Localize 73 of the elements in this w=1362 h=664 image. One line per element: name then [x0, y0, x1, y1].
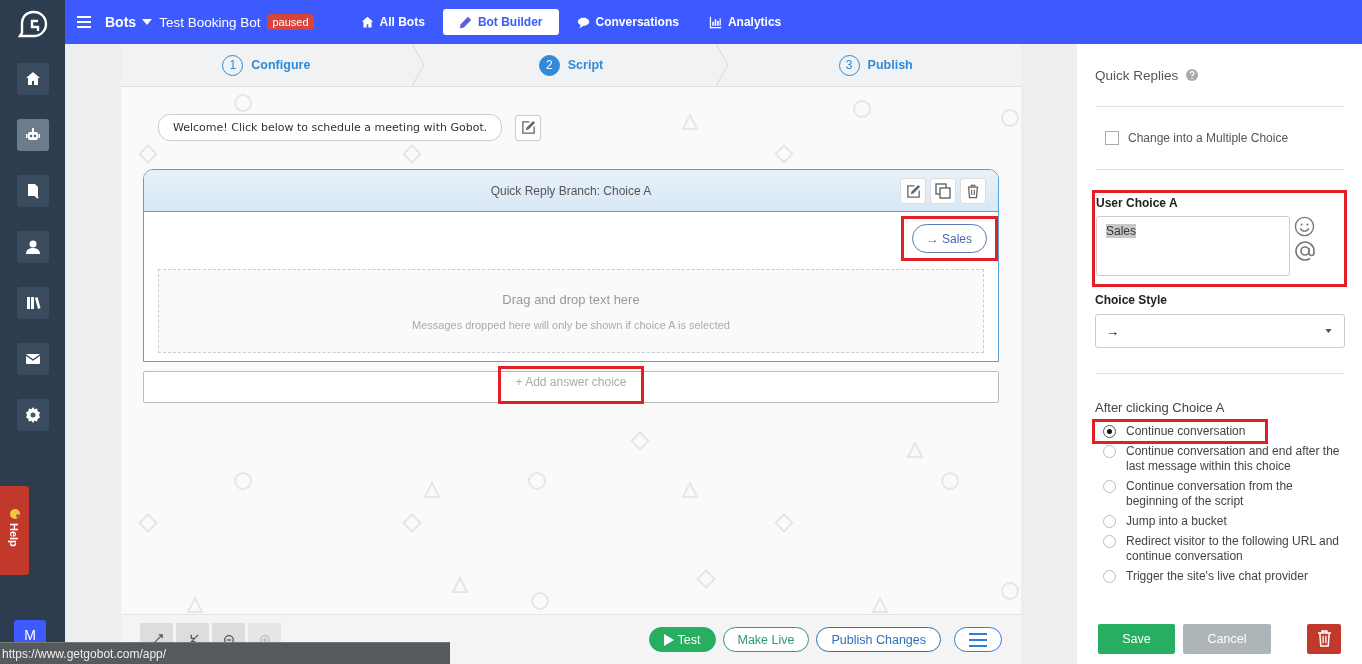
- trash-icon: [966, 183, 980, 199]
- help-tab[interactable]: Help: [0, 486, 29, 575]
- nav-tab[interactable]: Conversations: [564, 9, 691, 35]
- sidebar-item[interactable]: [16, 231, 49, 263]
- copy-icon: [935, 183, 951, 199]
- bar-chart-icon: [708, 15, 722, 29]
- message-bubble[interactable]: Welcome! Click below to schedule a meeting with Gobot.: [158, 114, 503, 141]
- step-tab[interactable]: 3 Publish: [730, 44, 1021, 86]
- sidebar-item[interactable]: [16, 175, 49, 207]
- action-button[interactable]: Make Live: [722, 627, 810, 652]
- checkbox-label: Change into a Multiple Choice: [1128, 131, 1289, 145]
- play-icon: [663, 633, 674, 646]
- radio-option[interactable]: Continue conversation and end after the last message within this choice: [1103, 444, 1342, 474]
- action-button[interactable]: Publish Changes: [816, 627, 941, 652]
- settings-icon: [24, 407, 41, 423]
- smiley-icon[interactable]: [1294, 216, 1315, 237]
- choice-style-select[interactable]: →: [1095, 314, 1345, 348]
- drop-zone[interactable]: Drag and drop text here Messages dropped here will only be shown if choice A is selected: [158, 269, 984, 353]
- menu-icon[interactable]: [77, 16, 91, 28]
- menu-icon: [969, 632, 987, 647]
- section-label: After clicking Choice A: [1095, 400, 1226, 415]
- drop-zone-hint: Messages dropped here will only be shown if choice A is selected: [412, 318, 730, 331]
- bot-name: Test Booking Bot: [159, 14, 261, 30]
- radio-option[interactable]: Jump into a bucket: [1103, 514, 1342, 529]
- robot-icon: [24, 127, 41, 143]
- field-label: User Choice A: [1096, 196, 1179, 210]
- test-button[interactable]: Test: [648, 627, 716, 652]
- mention-icon[interactable]: [1294, 240, 1316, 262]
- panel-title: Quick Replies: [1095, 67, 1179, 83]
- choice-button[interactable]: → Sales: [911, 224, 987, 253]
- edit-icon: [520, 120, 536, 135]
- drop-zone-title: Drag and drop text here: [502, 291, 640, 307]
- pencil-icon: [458, 15, 472, 29]
- step-tab[interactable]: 2 Script: [425, 44, 717, 86]
- edit-button[interactable]: [515, 114, 542, 141]
- edit-icon: [905, 183, 921, 199]
- delete-button[interactable]: [960, 178, 986, 204]
- branch-title: Quick Reply Branch: Choice A: [490, 183, 652, 198]
- caret-icon: [142, 19, 153, 25]
- bots-dropdown[interactable]: Bots: [105, 14, 153, 30]
- field-label: Choice Style: [1095, 293, 1169, 307]
- status-badge: paused: [267, 14, 314, 30]
- nav-tab[interactable]: All Bots: [348, 9, 437, 35]
- caret-icon: [1325, 329, 1332, 333]
- logo-icon: [17, 9, 48, 39]
- checkbox[interactable]: [1105, 131, 1119, 145]
- person-icon: [24, 239, 41, 255]
- sidebar-item[interactable]: [16, 119, 49, 151]
- url-tooltip: https://www.getgobot.com/app/: [0, 642, 450, 664]
- chat-bubble-icon: [576, 15, 590, 29]
- mail-icon: [24, 351, 41, 367]
- nav-tab[interactable]: Bot Builder: [442, 9, 559, 35]
- radio-option[interactable]: Continue conversation: [1103, 424, 1246, 439]
- sidebar-item[interactable]: [16, 287, 49, 319]
- home-icon: [24, 71, 41, 87]
- delete-button[interactable]: [1307, 623, 1341, 654]
- radio-option[interactable]: Trigger the site's live chat provider: [1103, 569, 1342, 584]
- home-icon: [360, 15, 374, 29]
- sidebar-item[interactable]: [16, 343, 49, 375]
- books-icon: [24, 295, 41, 311]
- menu-button[interactable]: [954, 627, 1002, 652]
- step-tab[interactable]: 1 Configure: [121, 44, 412, 86]
- user-choice-field[interactable]: Sales: [1096, 216, 1290, 276]
- edit-button[interactable]: [900, 178, 926, 204]
- radio-option[interactable]: Redirect visitor to the following URL and continue conversation: [1103, 534, 1342, 564]
- save-button[interactable]: Save: [1098, 623, 1175, 654]
- sidebar-item[interactable]: [16, 63, 49, 95]
- radio-option[interactable]: Continue conversation from the beginning of the script: [1103, 479, 1342, 509]
- sidebar-item[interactable]: [16, 399, 49, 431]
- nav-tab[interactable]: Analytics: [696, 9, 794, 35]
- copy-button[interactable]: [930, 178, 956, 204]
- hand-icon: [8, 508, 21, 520]
- trash-icon: [1316, 630, 1332, 647]
